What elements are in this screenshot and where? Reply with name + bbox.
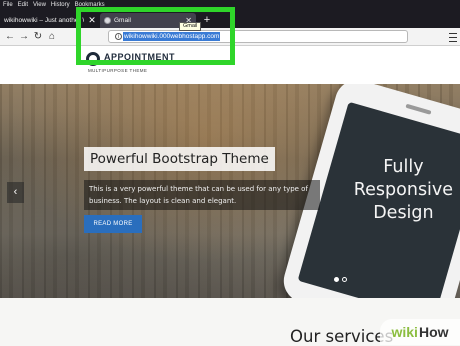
- phone-camera: [405, 103, 432, 115]
- highlight-box: [76, 7, 235, 65]
- menu-history[interactable]: History: [51, 0, 70, 11]
- slider-prev-button[interactable]: ‹: [7, 182, 24, 203]
- phone-screen-text: Fully Responsive Design: [353, 157, 454, 224]
- slider-dot[interactable]: [334, 277, 339, 282]
- hero-description: This is a very powerful theme that can b…: [84, 180, 320, 210]
- home-button[interactable]: ⌂: [46, 30, 58, 43]
- hero-title: Powerful Bootstrap Theme: [84, 147, 275, 171]
- tab-tooltip: Gmail: [179, 22, 202, 31]
- forward-button[interactable]: →: [18, 30, 30, 43]
- hero-slider: Fully Responsive Design ‹ Powerful Boots…: [0, 84, 460, 298]
- back-button[interactable]: ←: [4, 30, 16, 43]
- read-more-button[interactable]: READ MORE: [84, 215, 142, 233]
- menu-view[interactable]: View: [33, 0, 46, 11]
- tab-wikihowwiki[interactable]: wikihowwiki – Just another W: [0, 13, 84, 28]
- slider-indicators: [334, 277, 347, 282]
- hamburger-menu-icon[interactable]: [448, 30, 458, 43]
- services-heading: Our services: [290, 327, 394, 346]
- reload-button[interactable]: ↻: [32, 30, 44, 43]
- wikihow-watermark: wiki How: [380, 319, 460, 345]
- menu-edit[interactable]: Edit: [18, 0, 28, 11]
- slider-dot[interactable]: [342, 277, 347, 282]
- brand-subtitle: MULTIPURPOSE THEME: [88, 68, 148, 73]
- tab-title: wikihowwiki – Just another W: [4, 17, 84, 24]
- menu-file[interactable]: File: [3, 0, 13, 11]
- watermark-wiki: wiki: [391, 324, 418, 340]
- watermark-how: How: [418, 324, 449, 340]
